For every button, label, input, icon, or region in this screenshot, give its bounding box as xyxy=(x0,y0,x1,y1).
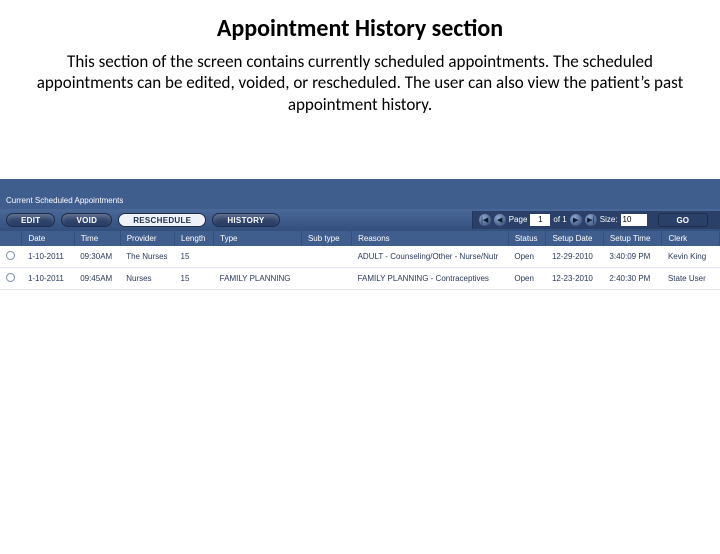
cell-subtype xyxy=(301,246,351,268)
col-type[interactable]: Type xyxy=(214,231,302,246)
page-input[interactable] xyxy=(530,214,550,226)
cell-provider: The Nurses xyxy=(120,246,174,268)
row-select-radio[interactable] xyxy=(6,251,15,260)
col-setup-date[interactable]: Setup Date xyxy=(546,231,603,246)
go-button[interactable]: GO xyxy=(658,213,708,227)
first-page-icon[interactable]: |◀ xyxy=(479,214,491,226)
cell-date: 1-10-2011 xyxy=(22,267,74,289)
page-size-input[interactable] xyxy=(621,214,647,226)
cell-reasons: ADULT - Counseling/Other - Nurse/Nutr xyxy=(352,246,509,268)
row-select-radio[interactable] xyxy=(6,273,15,282)
cell-length: 15 xyxy=(175,267,214,289)
cell-type xyxy=(214,246,302,268)
cell-setup-time: 3:40:09 PM xyxy=(603,246,662,268)
cell-setup-date: 12-23-2010 xyxy=(546,267,603,289)
appointments-panel: Current Scheduled Appointments EDIT VOID… xyxy=(0,179,720,290)
cell-status: Open xyxy=(508,246,546,268)
cell-provider: Nurses xyxy=(120,267,174,289)
window-chrome xyxy=(0,179,720,193)
prev-page-icon[interactable]: ◀ xyxy=(494,214,506,226)
col-clerk[interactable]: Clerk xyxy=(662,231,720,246)
cell-status: Open xyxy=(508,267,546,289)
appointments-table: Date Time Provider Length Type Sub type … xyxy=(0,231,720,290)
cell-subtype xyxy=(301,267,351,289)
cell-time: 09:45AM xyxy=(74,267,120,289)
reschedule-button[interactable]: RESCHEDULE xyxy=(118,213,206,227)
cell-clerk: State User xyxy=(662,267,720,289)
cell-length: 15 xyxy=(175,246,214,268)
col-subtype[interactable]: Sub type xyxy=(301,231,351,246)
cell-reasons: FAMILY PLANNING - Contraceptives xyxy=(352,267,509,289)
size-label: Size: xyxy=(600,215,618,224)
history-button[interactable]: HISTORY xyxy=(212,213,279,227)
table-row[interactable]: 1-10-2011 09:45AM Nurses 15 FAMILY PLANN… xyxy=(0,267,720,289)
col-setup-time[interactable]: Setup Time xyxy=(603,231,662,246)
col-date[interactable]: Date xyxy=(22,231,74,246)
page-description: This section of the screen contains curr… xyxy=(30,51,690,115)
table-row[interactable]: 1-10-2011 09:30AM The Nurses 15 ADULT - … xyxy=(0,246,720,268)
page-label: Page xyxy=(509,215,528,224)
section-header: Current Scheduled Appointments xyxy=(0,193,720,209)
next-page-icon[interactable]: ▶ xyxy=(570,214,582,226)
edit-button[interactable]: EDIT xyxy=(6,213,55,227)
cell-setup-date: 12-29-2010 xyxy=(546,246,603,268)
col-select xyxy=(0,231,22,246)
cell-date: 1-10-2011 xyxy=(22,246,74,268)
col-status[interactable]: Status xyxy=(508,231,546,246)
col-length[interactable]: Length xyxy=(175,231,214,246)
pagination: |◀ ◀ Page of 1 ▶ ▶| Size: GO xyxy=(472,211,720,229)
cell-clerk: Kevin King xyxy=(662,246,720,268)
page-title: Appointment History section xyxy=(0,14,720,43)
toolbar: EDIT VOID RESCHEDULE HISTORY |◀ ◀ Page o… xyxy=(0,209,720,231)
col-reasons[interactable]: Reasons xyxy=(352,231,509,246)
col-time[interactable]: Time xyxy=(74,231,120,246)
page-of: of 1 xyxy=(553,215,566,224)
last-page-icon[interactable]: ▶| xyxy=(585,214,597,226)
cell-time: 09:30AM xyxy=(74,246,120,268)
cell-setup-time: 2:40:30 PM xyxy=(603,267,662,289)
col-provider[interactable]: Provider xyxy=(120,231,174,246)
cell-type: FAMILY PLANNING xyxy=(214,267,302,289)
void-button[interactable]: VOID xyxy=(61,213,112,227)
